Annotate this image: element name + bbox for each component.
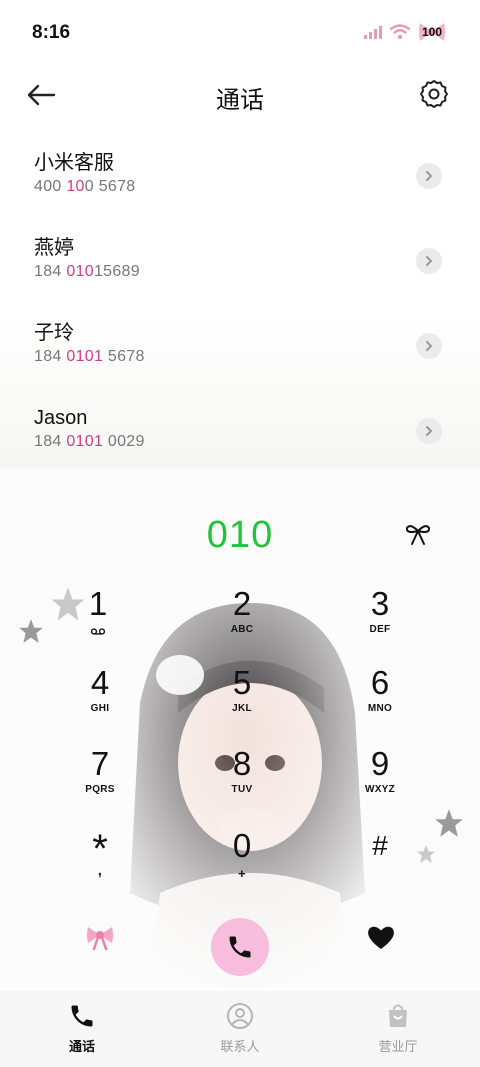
tab-calls[interactable]: 通话 (22, 1002, 142, 1055)
status-icons: 100 (364, 20, 446, 44)
list-item[interactable]: 燕婷 184 01015689 (0, 213, 480, 298)
key-4[interactable]: 4 GHI (40, 665, 160, 735)
contact-name: 子玲 (34, 322, 74, 344)
tab-label: 通话 (68, 1039, 95, 1054)
dialpad-area: 010 1 2 ABC 3 DEF 4 GHI 5 JKL 6 MNO 7 PQ… (0, 468, 480, 988)
contact-number: 184 0101 0029 (34, 433, 145, 450)
key-9[interactable]: 9 WXYZ (320, 746, 440, 816)
wifi-icon (390, 24, 410, 40)
key-6[interactable]: 6 MNO (320, 665, 440, 735)
key-star[interactable]: * , (40, 829, 160, 902)
key-7[interactable]: 7 PQRS (40, 746, 160, 816)
tab-contacts[interactable]: 联系人 (180, 1002, 300, 1055)
dialer-actions (0, 918, 480, 988)
call-button[interactable] (211, 918, 269, 976)
contact-number: 184 01015689 (34, 263, 140, 280)
status-time: 8:16 (32, 22, 71, 43)
contact-suggestion-list: 小米客服 400 100 5678 燕婷 184 01015689 子玲 184… (0, 128, 480, 468)
key-8[interactable]: 8 TUV (182, 746, 302, 816)
phone-icon (229, 936, 251, 958)
key-1[interactable]: 1 (38, 586, 158, 656)
phone-icon (71, 1005, 93, 1027)
chevron-right-icon[interactable] (416, 248, 442, 274)
chevron-right-icon[interactable] (416, 163, 442, 189)
heart-icon[interactable] (366, 923, 396, 951)
status-bar: 8:16 100 (0, 0, 480, 64)
contact-number: 184 0101 5678 (34, 348, 145, 365)
key-3[interactable]: 3 DEF (320, 586, 440, 656)
contact-name: 燕婷 (34, 237, 74, 259)
key-hash[interactable]: # (320, 828, 440, 898)
page-title: 通话 (216, 87, 264, 114)
list-item[interactable]: Jason 184 0101 0029 (0, 383, 480, 468)
bottom-tab-bar: 通话 联系人 营业厅 (0, 990, 480, 1067)
tab-label: 联系人 (220, 1039, 260, 1054)
header: 通话 (0, 64, 480, 126)
contact-name: 小米客服 (34, 152, 114, 174)
tab-store[interactable]: 营业厅 (338, 1002, 458, 1055)
contact-name: Jason (34, 407, 88, 429)
contacts-icon (227, 1003, 253, 1029)
chevron-right-icon[interactable] (416, 418, 442, 444)
key-2[interactable]: 2 ABC (182, 586, 302, 656)
list-item[interactable]: 小米客服 400 100 5678 (0, 128, 480, 213)
key-5[interactable]: 5 JKL (182, 665, 302, 735)
battery-level: 100 (421, 25, 443, 39)
bow-icon[interactable] (404, 520, 432, 548)
battery-icon: 100 (418, 20, 446, 44)
voicemail-icon (91, 628, 105, 635)
bow-icon[interactable] (86, 923, 114, 951)
signal-icon (364, 25, 382, 39)
chevron-right-icon[interactable] (416, 333, 442, 359)
list-item[interactable]: 子玲 184 0101 5678 (0, 298, 480, 383)
tab-label: 营业厅 (378, 1039, 418, 1054)
store-icon (389, 1004, 407, 1027)
key-0[interactable]: 0 + (182, 828, 302, 898)
contact-number: 400 100 5678 (34, 178, 136, 195)
gear-icon[interactable] (418, 78, 450, 110)
